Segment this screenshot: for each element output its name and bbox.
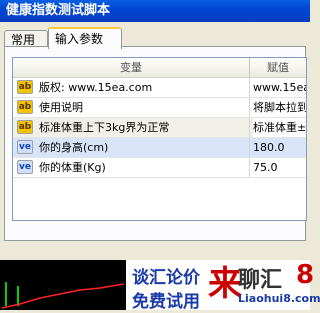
string-variable-icon: ab (17, 100, 33, 114)
variable-value[interactable]: 将脚本拉到 (253, 98, 306, 117)
variable-value[interactable]: 标准体重± (253, 118, 306, 137)
ad-line-1: 谈汇论价 (132, 268, 200, 288)
ad-brand-number: 8 (296, 260, 315, 290)
table-row[interactable]: ve 你的体重(Kg) 75.0 (13, 158, 306, 178)
variable-value[interactable]: 75.0 (253, 158, 306, 177)
column-divider (249, 98, 250, 117)
numeric-variable-icon: ve (17, 160, 33, 174)
column-divider (249, 158, 250, 177)
variable-label: 使用说明 (39, 101, 83, 114)
table-row[interactable]: ab 版权: www.15ea.com www.15ea.com (13, 78, 306, 98)
window-title: 健康指数测试脚本 (6, 3, 111, 18)
ad-url[interactable]: Liaohui8.com (238, 292, 320, 305)
column-divider (249, 78, 250, 97)
column-header-value[interactable]: 赋值 (250, 58, 306, 77)
string-variable-icon: ab (17, 80, 33, 94)
numeric-variable-icon: ve (17, 140, 33, 154)
grid-header: 变量 赋值 (13, 58, 306, 78)
ad-brand: 聊汇 (238, 268, 283, 293)
table-row[interactable]: ab 标准体重上下3kg界为正常 标准体重± (13, 118, 306, 138)
variable-label: 你的体重(Kg) (39, 161, 106, 174)
ad-line-2: 免费试用 (132, 292, 200, 312)
column-divider (249, 118, 250, 137)
ad-big-char: 来 (208, 264, 242, 304)
trend-line (1, 283, 125, 309)
variable-value[interactable]: www.15ea.com (253, 78, 306, 97)
price-chart-thumbnail (1, 282, 125, 309)
window-title-bar: 健康指数测试脚本 (0, 0, 310, 22)
variable-label: 你的身高(cm) (39, 141, 109, 154)
column-divider (249, 138, 250, 157)
variable-value[interactable]: 180.0 (253, 138, 306, 157)
table-row[interactable]: ve 你的身高(cm) 180.0 (13, 138, 306, 158)
parameter-grid: 变量 赋值 ab 版权: www.15ea.com www.15ea.com a… (12, 57, 307, 221)
variable-label: 标准体重上下3kg界为正常 (39, 121, 170, 134)
string-variable-icon: ab (17, 120, 33, 134)
tab-input-params[interactable]: 输入参数 (48, 27, 122, 49)
column-header-variable[interactable]: 变量 (13, 58, 250, 77)
variable-label: 版权: www.15ea.com (39, 81, 153, 94)
table-row[interactable]: ab 使用说明 将脚本拉到 (13, 98, 306, 118)
ad-banner[interactable]: 谈汇论价 免费试用 来 聊汇 8 Liaohui8.com (126, 260, 320, 312)
